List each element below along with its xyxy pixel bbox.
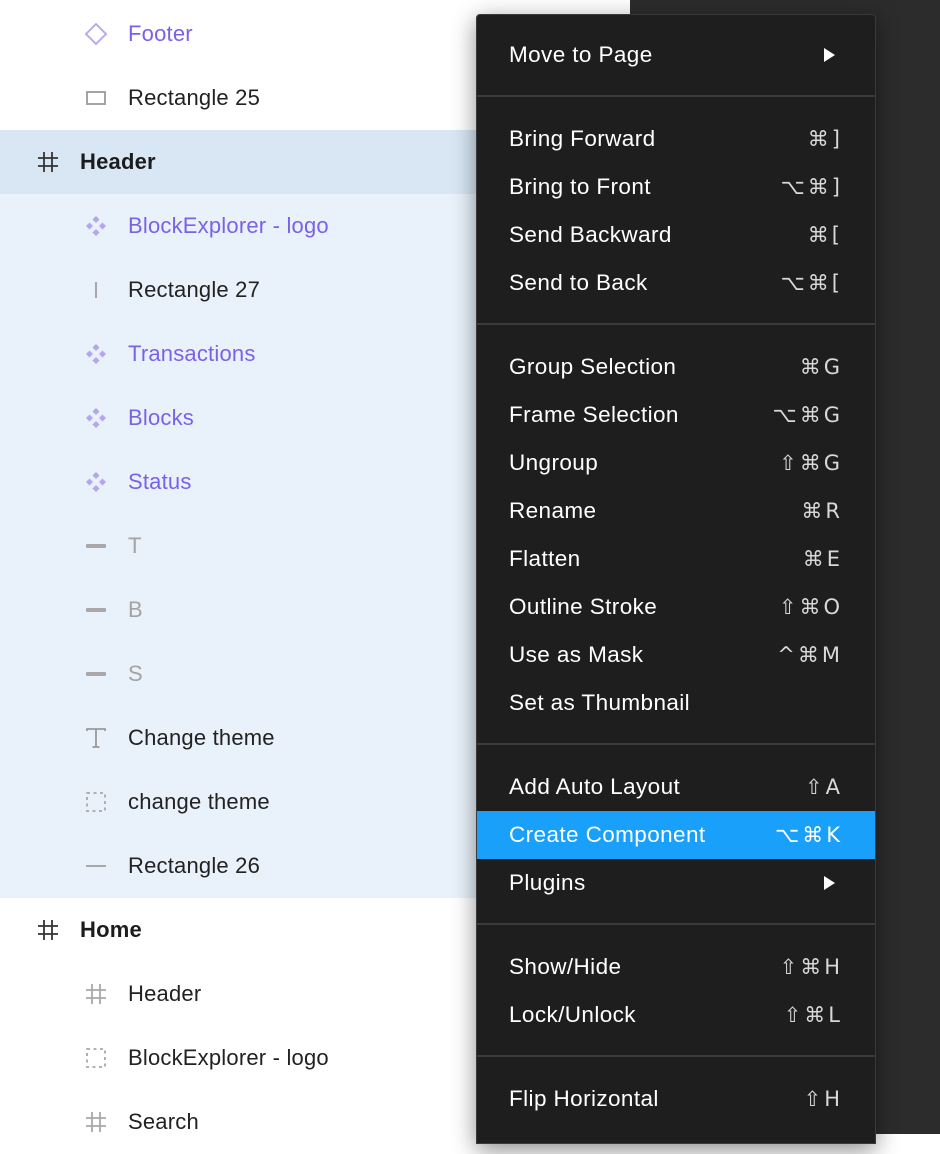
menu-item-bring-forward[interactable]: Bring Forward ⌘] (477, 115, 875, 163)
text-icon (84, 726, 108, 750)
layer-label: Home (80, 917, 142, 942)
menu-item-shortcut: ^⌘M (777, 643, 843, 667)
submenu-arrow-icon (824, 48, 835, 62)
layer-label: Status (128, 469, 192, 494)
menu-item-shortcut: ⌘] (807, 127, 843, 151)
menu-item-set-as-thumbnail[interactable]: Set as Thumbnail (477, 679, 875, 727)
layer-label: Transactions (128, 341, 256, 366)
dashed-frame-icon (84, 790, 108, 814)
menu-item-plugins[interactable]: Plugins (477, 859, 875, 907)
menu-item-label: Flatten (509, 546, 581, 571)
menu-item-label: Bring to Front (509, 174, 651, 199)
menu-item-flatten[interactable]: Flatten ⌘E (477, 535, 875, 583)
menu-item-label: Flip Horizontal (509, 1086, 659, 1111)
dashed-frame-icon (84, 1046, 108, 1070)
component-icon (84, 342, 108, 366)
menu-item-send-backward[interactable]: Send Backward ⌘[ (477, 211, 875, 259)
menu-divider (477, 95, 875, 97)
menu-item-shortcut: ⌘[ (807, 223, 843, 247)
bar-icon (84, 534, 108, 558)
menu-item-bring-to-front[interactable]: Bring to Front ⌥⌘] (477, 163, 875, 211)
layer-label: Footer (128, 21, 193, 46)
layer-label: B (128, 597, 143, 622)
layer-label: Blocks (128, 405, 194, 430)
menu-item-flip-horizontal[interactable]: Flip Horizontal ⇧H (477, 1075, 875, 1123)
menu-item-label: Frame Selection (509, 402, 679, 427)
frame-icon (36, 918, 60, 942)
layer-label: Search (128, 1109, 199, 1134)
menu-item-label: Lock/Unlock (509, 1002, 636, 1027)
component-icon (84, 470, 108, 494)
line-icon (84, 854, 108, 878)
menu-item-shortcut: ⇧⌘G (779, 451, 843, 475)
submenu-arrow-icon (824, 876, 835, 890)
layer-label: Rectangle 25 (128, 85, 261, 110)
layer-label: Change theme (128, 725, 275, 750)
frame-icon (84, 1110, 108, 1134)
rectangle-icon (84, 86, 108, 110)
context-menu: Move to Page Bring Forward ⌘] Bring to F… (476, 14, 876, 1144)
menu-item-shortcut: ⇧⌘H (779, 955, 843, 979)
layer-label: Rectangle 27 (128, 277, 261, 302)
menu-item-use-as-mask[interactable]: Use as Mask ^⌘M (477, 631, 875, 679)
menu-item-outline-stroke[interactable]: Outline Stroke ⇧⌘O (477, 583, 875, 631)
menu-item-label: Move to Page (509, 42, 653, 67)
frame-icon (36, 150, 60, 174)
menu-item-shortcut: ⌘R (801, 499, 843, 523)
menu-item-shortcut: ⌘E (802, 547, 843, 571)
menu-item-label: Show/Hide (509, 954, 622, 979)
frame-icon (84, 982, 108, 1006)
layer-label: T (128, 533, 142, 558)
bar-icon (84, 662, 108, 686)
layer-label: S (128, 661, 143, 686)
layer-label: Header (128, 981, 202, 1006)
component-instance-icon (84, 22, 108, 46)
menu-item-label: Add Auto Layout (509, 774, 681, 799)
layer-label: BlockExplorer - logo (128, 1045, 329, 1070)
menu-item-label: Plugins (509, 870, 586, 895)
menu-item-label: Create Component (509, 822, 706, 847)
menu-divider (477, 323, 875, 325)
menu-item-rename[interactable]: Rename ⌘R (477, 487, 875, 535)
menu-item-label: Rename (509, 498, 597, 523)
menu-item-label: Send to Back (509, 270, 648, 295)
menu-item-shortcut: ⇧A (805, 775, 843, 799)
menu-divider (477, 1055, 875, 1057)
menu-item-shortcut: ⌥⌘[ (780, 271, 843, 295)
bar-icon (84, 598, 108, 622)
menu-item-label: Send Backward (509, 222, 672, 247)
menu-item-label: Ungroup (509, 450, 599, 475)
menu-item-shortcut: ⌥⌘K (775, 823, 843, 847)
menu-item-group-selection[interactable]: Group Selection ⌘G (477, 343, 875, 391)
menu-item-move-to-page[interactable]: Move to Page (477, 31, 875, 79)
layer-label: BlockExplorer - logo (128, 213, 329, 238)
layer-label: change theme (128, 789, 270, 814)
menu-item-send-to-back[interactable]: Send to Back ⌥⌘[ (477, 259, 875, 307)
menu-item-shortcut: ⇧H (803, 1087, 843, 1111)
menu-item-shortcut: ⇧⌘L (783, 1003, 843, 1027)
menu-divider (477, 923, 875, 925)
menu-item-lock-unlock[interactable]: Lock/Unlock ⇧⌘L (477, 991, 875, 1039)
layer-label: Header (80, 149, 156, 174)
component-icon (84, 406, 108, 430)
menu-item-label: Bring Forward (509, 126, 656, 151)
component-icon (84, 214, 108, 238)
menu-item-label: Group Selection (509, 354, 677, 379)
vertical-line-icon (84, 278, 108, 302)
menu-item-shortcut: ⌥⌘G (772, 403, 843, 427)
menu-item-label: Outline Stroke (509, 594, 658, 619)
menu-item-ungroup[interactable]: Ungroup ⇧⌘G (477, 439, 875, 487)
menu-item-frame-selection[interactable]: Frame Selection ⌥⌘G (477, 391, 875, 439)
menu-item-label: Set as Thumbnail (509, 690, 691, 715)
menu-item-label: Use as Mask (509, 642, 644, 667)
menu-item-shortcut: ⌥⌘] (780, 175, 843, 199)
menu-divider (477, 743, 875, 745)
menu-item-show-hide[interactable]: Show/Hide ⇧⌘H (477, 943, 875, 991)
menu-item-shortcut: ⇧⌘O (778, 595, 843, 619)
menu-item-create-component[interactable]: Create Component ⌥⌘K (477, 811, 875, 859)
menu-item-shortcut: ⌘G (799, 355, 843, 379)
menu-item-add-auto-layout[interactable]: Add Auto Layout ⇧A (477, 763, 875, 811)
layer-label: Rectangle 26 (128, 853, 261, 878)
